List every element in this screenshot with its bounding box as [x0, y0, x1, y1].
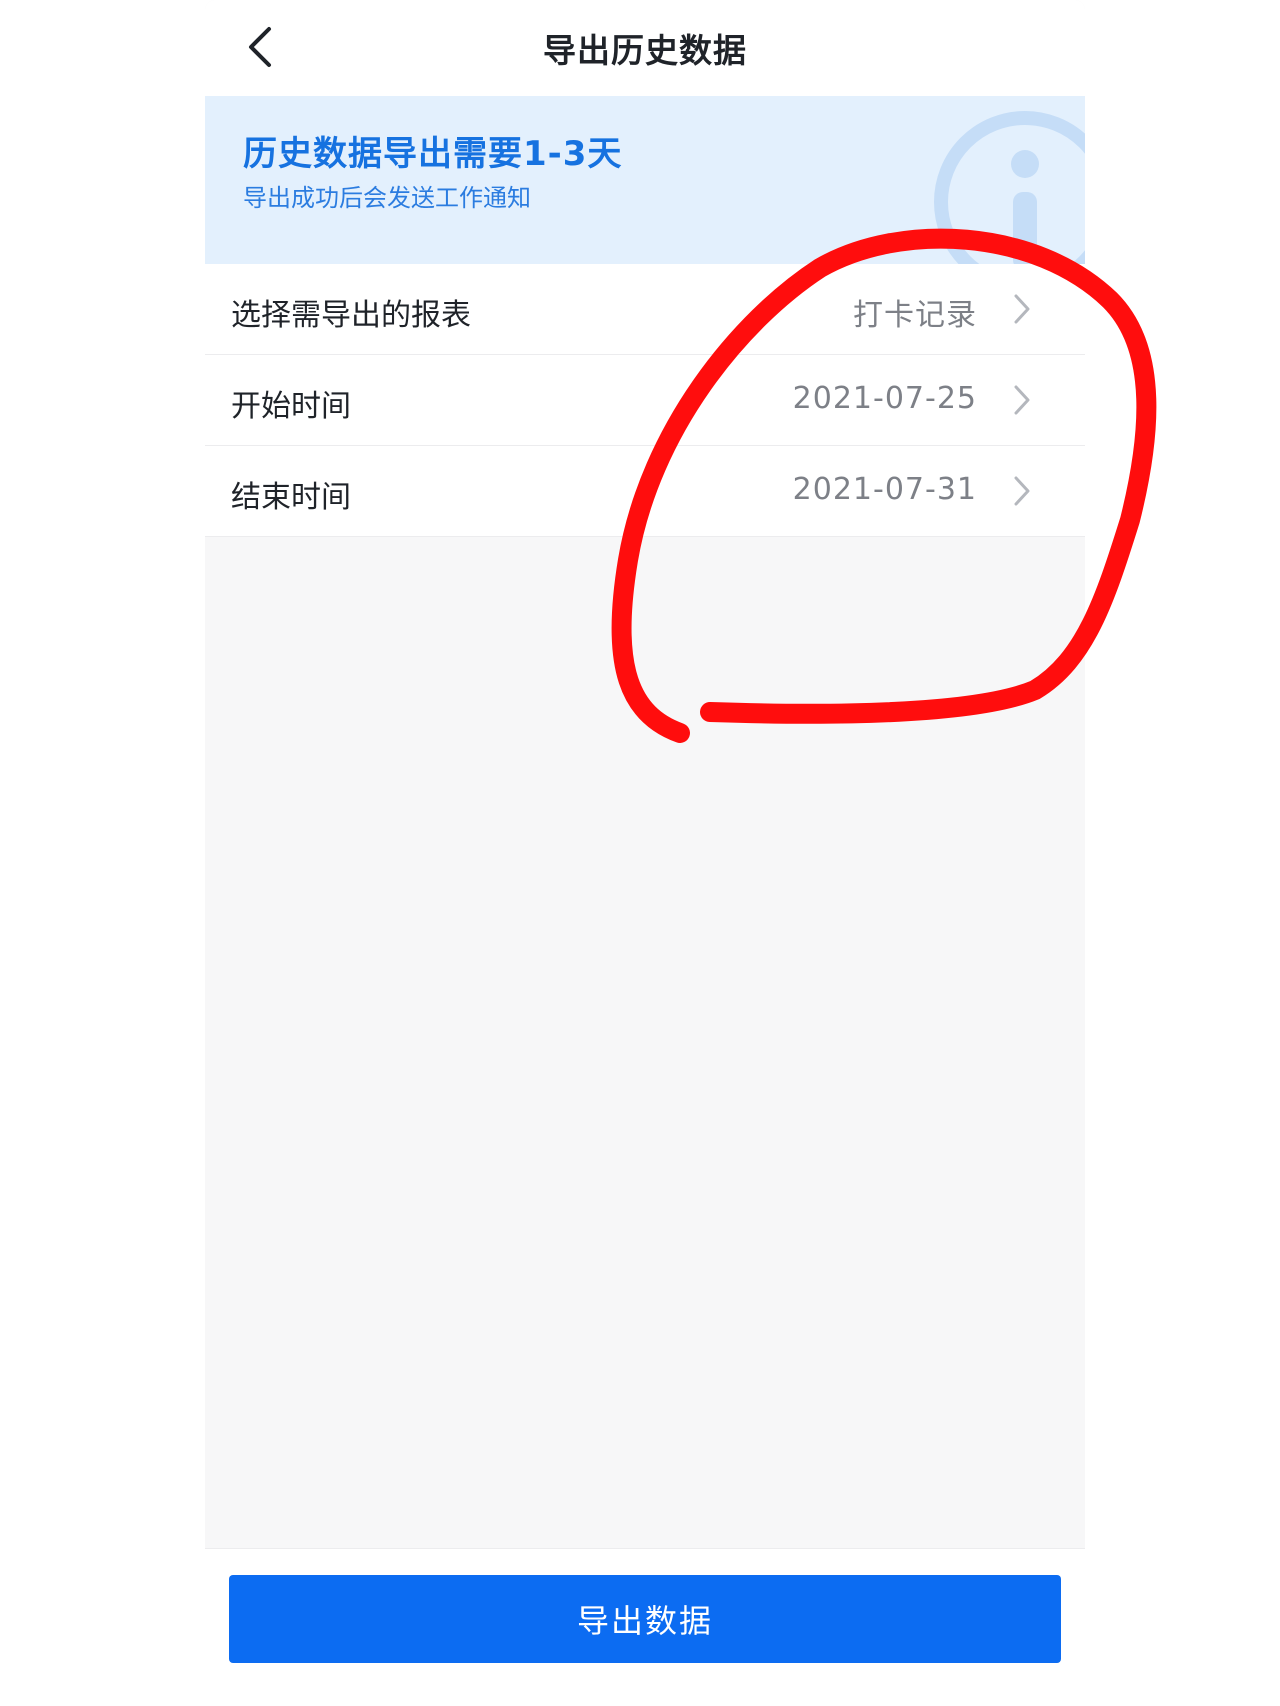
- chevron-right-icon: [1014, 385, 1030, 415]
- export-data-button[interactable]: 导出数据: [229, 1575, 1061, 1663]
- end-date-label: 结束时间: [231, 480, 351, 515]
- notice-banner: 历史数据导出需要1-3天 导出成功后会发送工作通知: [205, 96, 1085, 264]
- navigation-bar: 导出历史数据: [205, 0, 1085, 96]
- report-select-value: 打卡记录: [853, 298, 977, 333]
- banner-subtitle: 导出成功后会发送工作通知: [243, 184, 531, 212]
- export-form: 选择需导出的报表 打卡记录 开始时间 2021-07-25 结束时间 2021-…: [205, 264, 1085, 537]
- footer-bar: 导出数据: [205, 1548, 1085, 1680]
- chevron-right-icon: [1014, 294, 1030, 324]
- end-date-value: 2021-07-31: [792, 472, 977, 507]
- start-date-value: 2021-07-25: [792, 381, 977, 416]
- app-screen: 导出历史数据 历史数据导出需要1-3天 导出成功后会发送工作通知 选择需导出的报…: [205, 0, 1085, 1680]
- page-title: 导出历史数据: [543, 31, 747, 70]
- report-select-label: 选择需导出的报表: [231, 298, 471, 333]
- report-select-row[interactable]: 选择需导出的报表 打卡记录: [205, 264, 1085, 355]
- screenshot-canvas: 导出历史数据 历史数据导出需要1-3天 导出成功后会发送工作通知 选择需导出的报…: [0, 0, 1280, 1706]
- info-icon: [934, 111, 1085, 264]
- chevron-right-icon: [1014, 476, 1030, 506]
- start-date-row[interactable]: 开始时间 2021-07-25: [205, 355, 1085, 446]
- banner-title: 历史数据导出需要1-3天: [243, 134, 623, 174]
- end-date-row[interactable]: 结束时间 2021-07-31: [205, 446, 1085, 537]
- start-date-label: 开始时间: [231, 389, 351, 424]
